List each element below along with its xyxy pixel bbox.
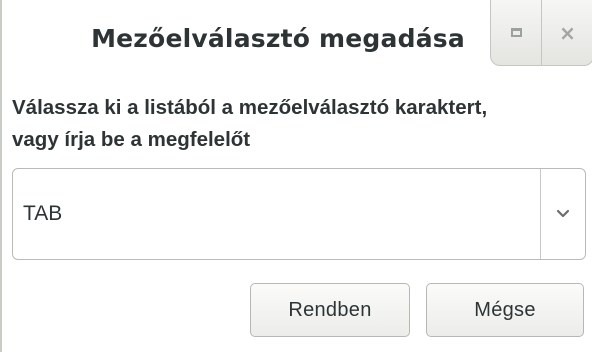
title-bar[interactable]: Mezőelválasztó megadása × xyxy=(2,0,592,76)
prompt-label: Válassza ki a listából a mezőelválasztó … xyxy=(12,92,592,156)
ok-button-label: Rendben xyxy=(288,298,372,321)
separator-input[interactable] xyxy=(13,169,540,259)
close-button[interactable]: × xyxy=(542,0,592,66)
prompt-line-1: Válassza ki a listából a mezőelválasztó … xyxy=(12,96,488,119)
window-controls: × xyxy=(490,0,592,66)
dialog-window: Mezőelválasztó megadása × Válassza ki a … xyxy=(0,0,592,352)
separator-combobox[interactable] xyxy=(12,168,586,260)
close-icon: × xyxy=(559,20,576,45)
ok-button[interactable]: Rendben xyxy=(250,283,410,337)
maximize-icon xyxy=(510,28,522,37)
combo-dropdown-button[interactable] xyxy=(541,169,585,259)
maximize-button[interactable] xyxy=(490,0,542,66)
chevron-down-icon xyxy=(556,209,570,218)
cancel-button[interactable]: Mégse xyxy=(426,283,584,337)
prompt-line-2: vagy írja be a megfelelőt xyxy=(12,128,251,151)
cancel-button-label: Mégse xyxy=(474,298,536,321)
